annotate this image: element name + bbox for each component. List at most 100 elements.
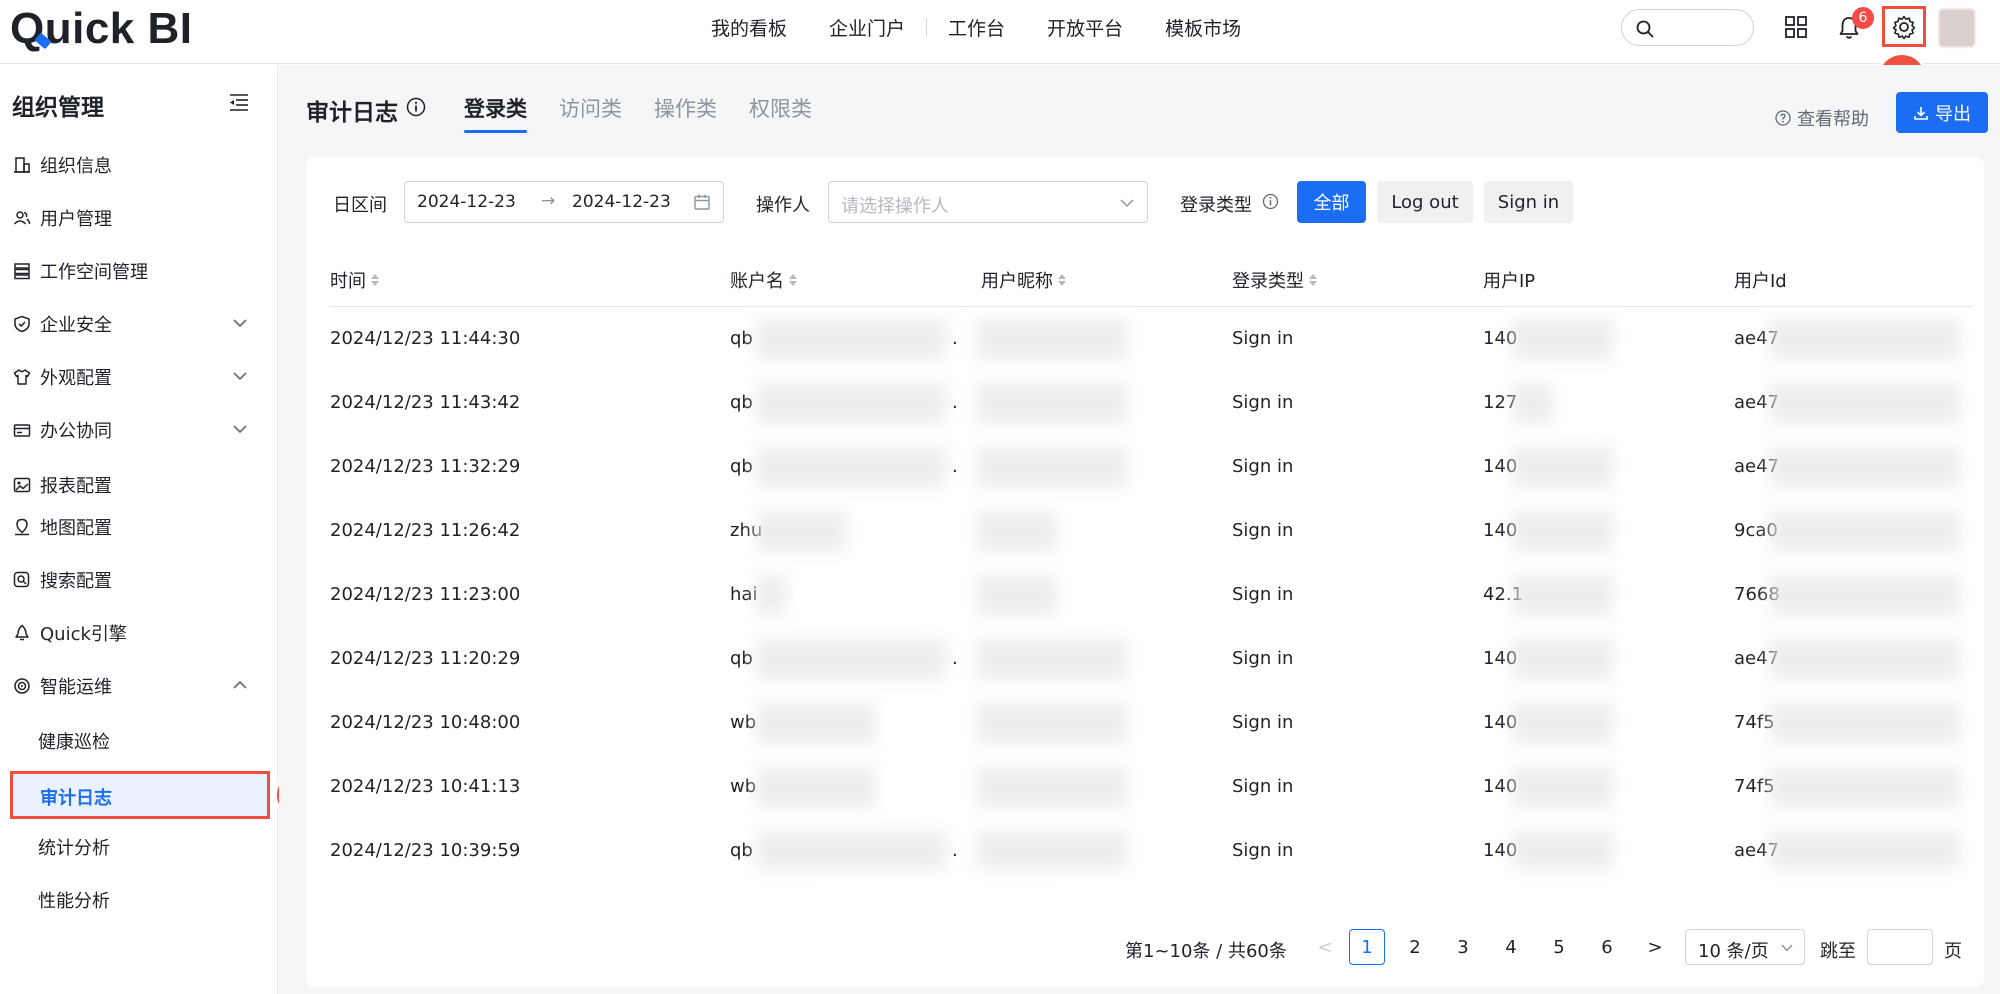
login-type-logout-button[interactable]: Log out	[1377, 181, 1473, 223]
cell-user-id: 74f5	[1734, 776, 1775, 797]
page-5-button[interactable]: 5	[1541, 929, 1577, 965]
apps-grid-icon[interactable]	[1783, 14, 1809, 40]
login-type-all-button[interactable]: 全部	[1297, 181, 1366, 223]
top-navigation-bar: Quick BI 我的看板 企业门户 工作台 开放平台 模板市场 6	[0, 0, 2000, 64]
sidebar-item-report-config[interactable]: 报表配置	[12, 465, 252, 505]
gear-icon[interactable]	[1890, 13, 1918, 41]
topnav-item-workbench[interactable]: 工作台	[948, 14, 1005, 41]
info-icon[interactable]	[406, 97, 426, 123]
column-account-label: 账户名	[730, 271, 784, 292]
tab-permission[interactable]: 权限类	[749, 93, 812, 133]
export-button[interactable]: 导出	[1896, 92, 1988, 133]
table-fade	[306, 862, 1984, 892]
column-time-label: 时间	[330, 271, 366, 292]
chevron-down-icon	[232, 315, 248, 336]
global-search-input[interactable]	[1621, 9, 1754, 46]
sort-icon[interactable]	[789, 274, 797, 286]
cell-account: wb	[730, 776, 757, 797]
redacted-user-id	[1770, 383, 1960, 423]
cell-account-tail: .	[952, 648, 958, 669]
redacted-account	[756, 575, 786, 615]
next-page-button[interactable]: >	[1637, 929, 1673, 965]
sidebar-item-quick-engine[interactable]: Quick引擎	[12, 613, 252, 653]
topnav-item-dashboard[interactable]: 我的看板	[711, 14, 787, 41]
jump-to-page-input[interactable]	[1867, 929, 1933, 965]
redacted-user-id	[1770, 575, 1960, 615]
info-icon[interactable]	[1262, 193, 1279, 215]
topnav-item-open-platform[interactable]: 开放平台	[1047, 14, 1123, 41]
sidebar-item-search-config[interactable]: 搜索配置	[12, 560, 252, 600]
tab-login[interactable]: 登录类	[464, 93, 527, 133]
date-start[interactable]: 2024-12-23	[417, 192, 516, 212]
sidebar-item-collaboration[interactable]: 办公协同	[12, 410, 252, 450]
page-2-button[interactable]: 2	[1397, 929, 1433, 965]
table-row: 2024/12/23 10:41:13 wb Sign in 140 74f5	[330, 755, 1972, 819]
redacted-ip	[1513, 383, 1553, 423]
sidebar-item-map-config[interactable]: 地图配置	[12, 507, 252, 547]
prev-page-button[interactable]: <	[1307, 929, 1343, 965]
sidebar-item-label: 工作空间管理	[40, 262, 148, 283]
login-type-label: 登录类型	[1180, 195, 1252, 216]
sort-icon[interactable]	[1309, 274, 1317, 286]
users-icon	[12, 208, 32, 228]
date-range-picker[interactable]: 2024-12-23 → 2024-12-23	[404, 181, 724, 223]
sidebar-item-appearance[interactable]: 外观配置	[12, 357, 252, 397]
sidebar-subitem-performance[interactable]: 性能分析	[38, 880, 110, 920]
tab-operation[interactable]: 操作类	[654, 93, 717, 133]
topnav-item-template-market[interactable]: 模板市场	[1165, 14, 1241, 41]
cell-account: qb	[730, 648, 753, 669]
download-icon	[1914, 106, 1928, 120]
login-type-signin-button[interactable]: Sign in	[1484, 181, 1573, 223]
sidebar: 组织管理 组织信息 用户管理 工作空间管理 企业安全 外观配置 办公协同 报表配…	[0, 65, 278, 994]
collapse-sidebar-icon[interactable]	[228, 92, 250, 116]
page-title: 审计日志	[306, 93, 426, 127]
page-size-select[interactable]: 10 条/页	[1685, 929, 1805, 965]
redacted-ip	[1513, 319, 1613, 359]
sidebar-item-label: 用户管理	[40, 209, 112, 230]
cell-login-type: Sign in	[1232, 776, 1294, 797]
sidebar-item-org-info[interactable]: 组织信息	[12, 145, 252, 185]
sort-icon[interactable]	[1058, 274, 1066, 286]
redacted-ip	[1513, 767, 1613, 807]
table-row: 2024/12/23 11:26:42 zhu Sign in 140 9ca0	[330, 499, 1972, 563]
date-end[interactable]: 2024-12-23	[572, 192, 671, 212]
quick-bi-logo[interactable]: Quick BI	[10, 2, 193, 56]
column-login-type[interactable]: 登录类型	[1232, 267, 1317, 293]
main-content: 审计日志 登录类 访问类 操作类 权限类 查看帮助 导出 日区间 2024-12…	[279, 65, 2000, 994]
page-1-button[interactable]: 1	[1349, 929, 1385, 965]
sidebar-subitem-audit-log[interactable]: 审计日志	[10, 771, 270, 819]
cell-account-tail: .	[952, 456, 958, 477]
sidebar-item-users[interactable]: 用户管理	[12, 198, 252, 238]
sidebar-title: 组织管理	[12, 95, 104, 121]
operator-placeholder: 请选择操作人	[841, 196, 949, 217]
redacted-nickname	[977, 447, 1127, 487]
column-time[interactable]: 时间	[330, 267, 379, 293]
redacted-account	[756, 511, 846, 551]
column-nickname[interactable]: 用户昵称	[981, 267, 1066, 293]
table-row: 2024/12/23 11:23:00 hai Sign in 42.1 7668	[330, 563, 1972, 627]
topnav-divider	[926, 18, 928, 36]
topnav-item-portal[interactable]: 企业门户	[829, 14, 905, 41]
page-6-button[interactable]: 6	[1589, 929, 1625, 965]
sidebar-item-smart-ops[interactable]: 智能运维	[12, 666, 252, 706]
page-3-button[interactable]: 3	[1445, 929, 1481, 965]
redacted-account	[756, 447, 946, 487]
operator-label: 操作人	[756, 195, 810, 216]
redacted-user-id	[1770, 511, 1960, 551]
operator-select[interactable]: 请选择操作人	[828, 181, 1148, 223]
sidebar-subitem-health-check[interactable]: 健康巡检	[38, 721, 110, 761]
sidebar-item-security[interactable]: 企业安全	[12, 304, 252, 344]
user-avatar[interactable]	[1939, 9, 1975, 47]
redacted-account	[756, 767, 876, 807]
page-title-text: 审计日志	[306, 100, 398, 126]
sidebar-item-workspace[interactable]: 工作空间管理	[12, 251, 252, 291]
redacted-ip	[1513, 447, 1613, 487]
column-account[interactable]: 账户名	[730, 267, 797, 293]
sidebar-subitem-statistics[interactable]: 统计分析	[38, 827, 110, 867]
redacted-nickname	[977, 767, 1127, 807]
tab-access[interactable]: 访问类	[559, 93, 622, 133]
help-link[interactable]: 查看帮助	[1775, 105, 1869, 131]
sort-icon[interactable]	[371, 274, 379, 286]
page-4-button[interactable]: 4	[1493, 929, 1529, 965]
redacted-ip	[1513, 511, 1613, 551]
